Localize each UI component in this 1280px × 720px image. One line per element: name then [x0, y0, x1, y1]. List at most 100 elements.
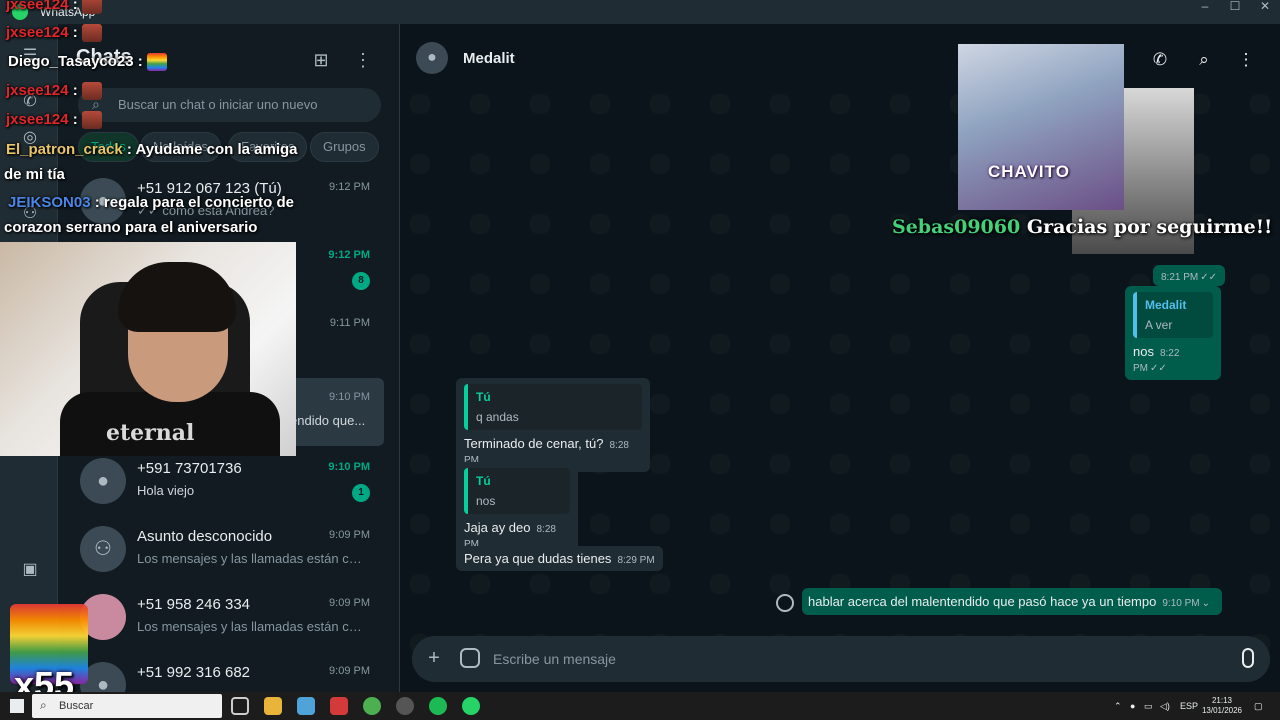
minimize-button[interactable]: – [1188, 0, 1222, 24]
network-icon[interactable]: ▭ [1144, 701, 1153, 712]
stream-chat-line: jxsee124 : [6, 111, 102, 130]
quote-text: A ver [1145, 318, 1173, 332]
shirt-print: eternal [106, 420, 195, 446]
chat-username: jxsee124 [6, 24, 69, 41]
message-bubble-out[interactable]: Medalit A ver nos 8:22 PM ✓✓ [1125, 286, 1221, 380]
chat-last-message: endido que... [290, 413, 366, 428]
chat-username: JEIKSON03 [8, 194, 91, 211]
quoted-message[interactable]: Medalit A ver [1133, 292, 1213, 338]
search-input[interactable]: ⌕ Buscar un chat o iniciar uno nuevo [78, 88, 381, 122]
chat-message: corazon serrano para el aniversario [4, 219, 258, 236]
contact-name[interactable]: Medalit [463, 50, 515, 67]
menu-icon[interactable]: ⋮ [351, 48, 375, 72]
quote-author: Medalit [1145, 298, 1187, 312]
message-time: 8:21 PM [1161, 272, 1199, 283]
chat-message: Ayudame con la amiga [135, 141, 298, 158]
message-input[interactable]: Escribe un mensaje [493, 651, 616, 667]
chat-name: +51 992 316 682 [137, 664, 251, 681]
read-ticks-icon: ✓✓ [1200, 272, 1218, 283]
stream-chat-line: Diego_Tasayco23 : [8, 53, 167, 72]
quoted-message[interactable]: Tú nos [464, 468, 570, 514]
media-icon[interactable]: ▣ [18, 558, 42, 582]
quote-author: Tú [476, 474, 491, 488]
file-explorer-icon[interactable] [264, 697, 282, 715]
message-composer[interactable]: + Escribe un mensaje [412, 636, 1270, 682]
search-placeholder: Buscar un chat o iniciar uno nuevo [118, 97, 318, 112]
chat-username: jxsee124 [6, 82, 69, 99]
message-options-chevron-icon[interactable]: ⌄ [1202, 598, 1210, 609]
spotify-icon[interactable] [429, 697, 447, 715]
message-text: nos [1133, 344, 1154, 359]
search-icon: ⌕ [40, 698, 47, 712]
chat-name: +51 958 246 334 [137, 596, 251, 613]
volume-icon[interactable]: ◁) [1160, 701, 1170, 712]
follow-alert-text: Sebas09060 Gracias por seguirme!! [892, 216, 1272, 238]
follow-alert: CHAVITO Sebas09060 Gracias por seguirme!… [892, 44, 1272, 254]
chat-time: 9:10 PM [329, 391, 370, 403]
chat-last-message: Los mensajes y las llamadas están cifr..… [137, 619, 363, 634]
react-emoji-icon[interactable] [776, 594, 794, 612]
whatsapp-taskbar-icon[interactable] [462, 697, 480, 715]
unread-badge: 8 [352, 272, 370, 290]
chat-username: El_patron_crack [6, 141, 123, 158]
windows-start-icon[interactable] [10, 699, 24, 713]
new-chat-icon[interactable]: ⊞ [309, 48, 333, 72]
language-indicator[interactable]: ESP [1180, 701, 1198, 711]
chat-message: regala para el concierto de [103, 194, 294, 211]
app-icon[interactable] [297, 697, 315, 715]
app-icon[interactable] [330, 697, 348, 715]
contact-avatar[interactable]: ● [416, 42, 448, 74]
message-text: Terminado de cenar, tú? [464, 436, 604, 451]
sticker-icon[interactable] [460, 648, 480, 668]
stream-chat-line: jxsee124 : [6, 0, 102, 15]
message-time: 8:29 PM [617, 555, 655, 566]
message-bubble-in[interactable]: Pera ya que dudas tienes 8:29 PM [456, 546, 663, 571]
message-bubble-in[interactable]: Tú q andas Terminado de cenar, tú? 8:28 P… [456, 378, 650, 472]
chat-row[interactable]: +51 958 246 334 Los mensajes y las llama… [58, 584, 400, 652]
notifications-icon[interactable]: ▢ [1254, 701, 1263, 712]
chat-last-message: Hola viejo [137, 483, 195, 498]
maximize-button[interactable]: ☐ [1218, 0, 1252, 24]
chat-name: +591 73701736 [137, 460, 242, 477]
chat-username: jxsee124 [6, 111, 69, 128]
search-icon[interactable]: ⌕ [1192, 48, 1216, 72]
quoted-message[interactable]: Tú q andas [464, 384, 642, 430]
avatar: ● [80, 458, 126, 504]
taskbar-search-label: Buscar [59, 700, 94, 712]
message-bubble-in[interactable]: Tú nos Jaja ay deo 8:28 PM [456, 462, 578, 556]
stream-chat-line: JEIKSON03 : regala para el concierto de [8, 194, 294, 211]
emote-icon [81, 111, 102, 130]
taskbar-clock[interactable]: 21:13 13/01/2026 [1200, 696, 1244, 716]
message-bubble-out[interactable]: 8:21 PM ✓✓ [1153, 265, 1226, 286]
stream-chat-line: jxsee124 : [6, 82, 102, 101]
follow-message: Gracias por seguirme!! [1026, 216, 1273, 238]
menu-icon[interactable]: ⋮ [1234, 48, 1258, 72]
chat-username: Diego_Tasayco23 [8, 53, 134, 70]
app-icon[interactable] [396, 697, 414, 715]
filter-groups[interactable]: Grupos [310, 132, 379, 162]
chat-name: Asunto desconocido [137, 528, 273, 545]
emote-icon [81, 82, 102, 101]
chat-time: 9:09 PM [329, 529, 370, 541]
stream-chat-line: jxsee124 : [6, 24, 102, 43]
close-button[interactable]: ✕ [1248, 0, 1280, 24]
task-view-icon[interactable] [231, 697, 249, 715]
rainbow-emote-icon [146, 53, 167, 72]
attach-icon[interactable]: + [424, 647, 444, 669]
chat-row[interactable]: ⚇ Asunto desconocido Los mensajes y las … [58, 516, 400, 584]
message-text: Pera ya que dudas tienes [464, 551, 612, 566]
clock-time: 21:13 [1211, 696, 1233, 705]
title-bar: WhatsApp – ☐ ✕ [0, 0, 1280, 24]
message-time: 9:10 PM [1162, 598, 1200, 609]
microphone-icon[interactable]: ● [1130, 701, 1135, 711]
tray-chevron-icon[interactable]: ⌃ [1114, 701, 1122, 712]
chat-time: 9:11 PM [329, 317, 370, 329]
taskbar-search[interactable]: ⌕ Buscar [32, 694, 222, 718]
chat-time: 9:12 PM [328, 249, 370, 261]
message-bubble-out[interactable]: hablar acerca del malentendido que pasó … [802, 588, 1222, 615]
chat-time: 9:12 PM [329, 181, 370, 193]
stream-chat-line: de mi tía [4, 166, 65, 183]
chrome-icon[interactable] [363, 697, 381, 715]
microphone-icon[interactable] [1242, 648, 1254, 668]
chat-row[interactable]: ● +591 73701736 Hola viejo 9:10 PM 1 [58, 448, 400, 516]
